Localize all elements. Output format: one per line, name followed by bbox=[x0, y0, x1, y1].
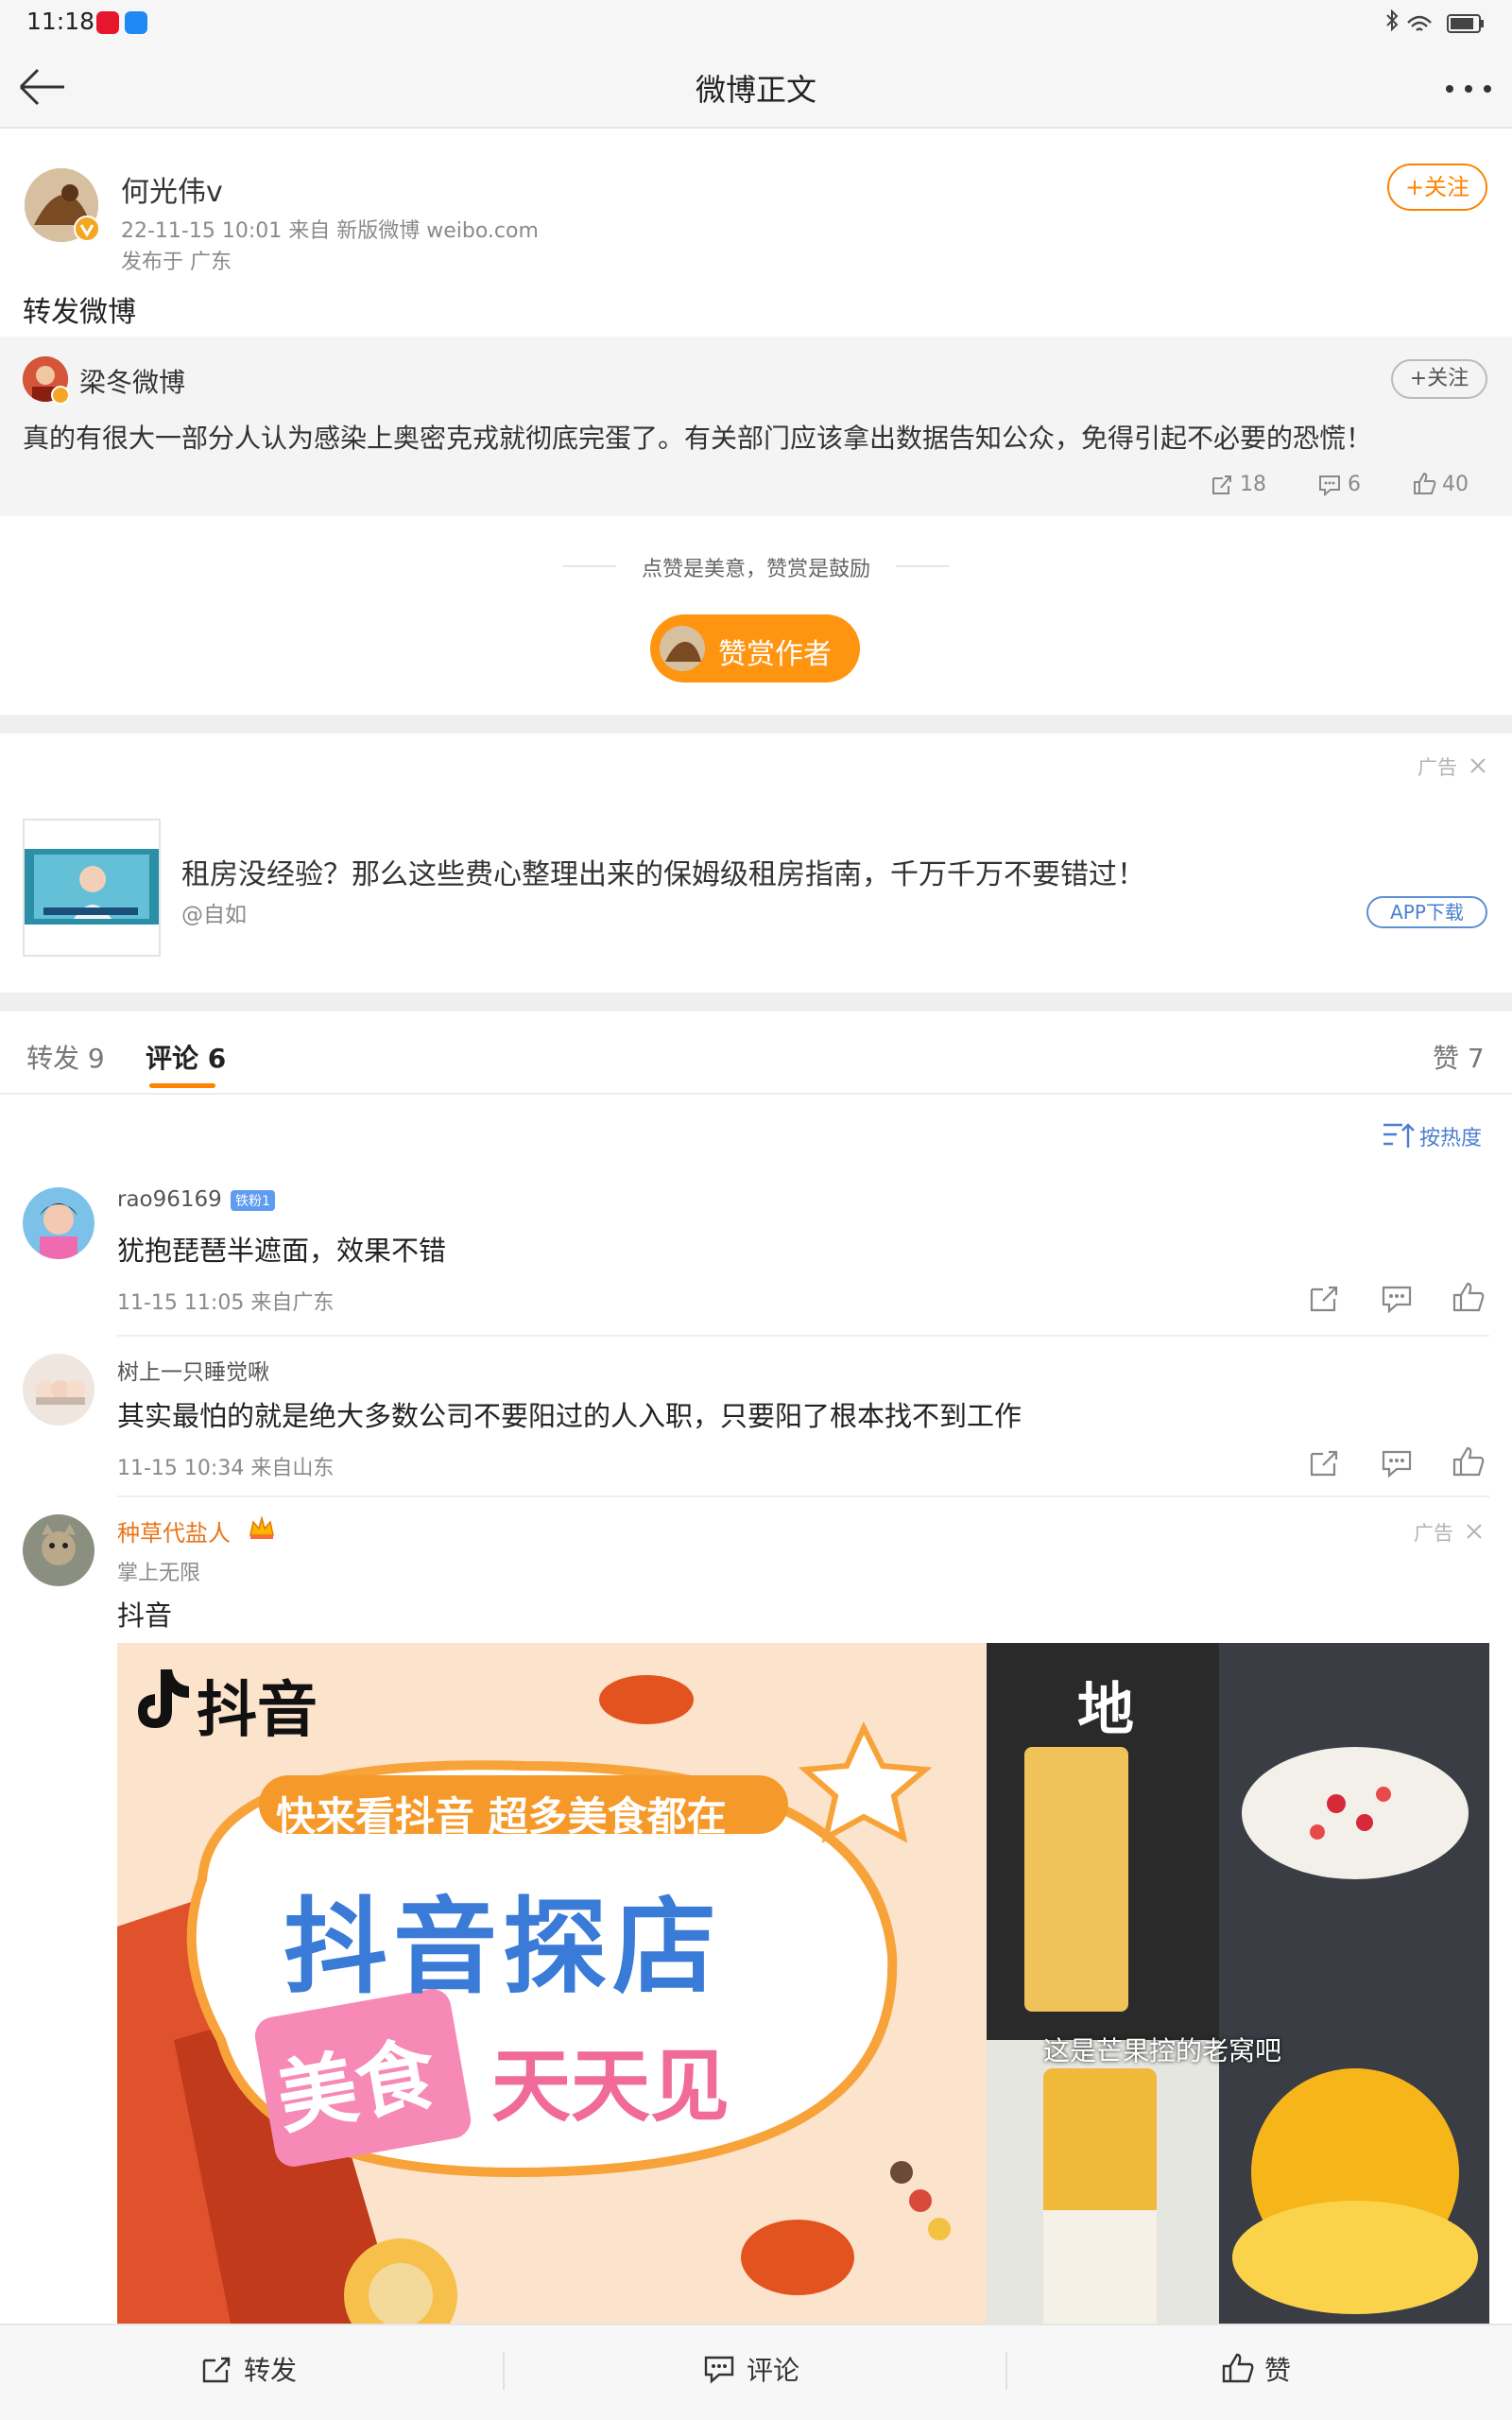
comment-author[interactable]: rao96169 bbox=[117, 1187, 222, 1212]
comment-reply-icon[interactable] bbox=[1380, 1446, 1414, 1480]
tabs-divider bbox=[0, 1093, 1512, 1095]
ad-comment-author[interactable]: 种草代盐人 bbox=[117, 1514, 231, 1547]
author-name[interactable]: 何光伟v bbox=[121, 168, 223, 210]
ad-close-icon[interactable] bbox=[1469, 756, 1487, 775]
active-tab-indicator bbox=[149, 1083, 215, 1088]
comment-like-icon[interactable] bbox=[1452, 1280, 1486, 1314]
comment-meta: 11-15 11:05 来自广东 bbox=[117, 1291, 335, 1315]
section-separator-2 bbox=[0, 993, 1512, 1011]
promo-banner: 快来看抖音 超多美食都在 bbox=[276, 1793, 727, 1840]
ad-comment-sub: 掌上无限 bbox=[117, 1562, 201, 1585]
promo-corner-text: 地 bbox=[1077, 1677, 1134, 1743]
promo-caption: 这是芒果控的老窝吧 bbox=[1043, 2035, 1282, 2066]
comment-meta: 11-15 10:34 来自山东 bbox=[117, 1457, 335, 1480]
comment-repost-icon[interactable] bbox=[1308, 1446, 1342, 1480]
ad-comment-text: 抖音 bbox=[117, 1599, 173, 1632]
ad-download-button[interactable]: APP下载 bbox=[1366, 896, 1487, 928]
post-text: 转发微博 bbox=[23, 296, 136, 329]
promo-image[interactable]: 抖音 快来看抖音 超多美食都在 抖音探店 美食 天天见 地 这是芒果控的老窝吧 bbox=[117, 1643, 1489, 2324]
quoted-like-icon[interactable] bbox=[1412, 471, 1438, 497]
tab-likes[interactable]: 赞 7 bbox=[1433, 1038, 1485, 1076]
quoted-comment-count[interactable]: 6 bbox=[1348, 473, 1361, 496]
comment-avatar[interactable] bbox=[23, 1187, 94, 1259]
follow-button[interactable]: +关注 bbox=[1387, 164, 1487, 211]
system-status-icons bbox=[1386, 9, 1484, 33]
verified-badge-icon bbox=[74, 216, 100, 242]
comment-avatar[interactable] bbox=[23, 1354, 94, 1426]
repost-icon[interactable] bbox=[200, 2353, 232, 2385]
reward-button-label: 赞赏作者 bbox=[718, 638, 832, 671]
crown-vip-icon bbox=[249, 1515, 274, 1539]
quoted-comment-icon[interactable] bbox=[1317, 473, 1342, 497]
status-time: 11:18 bbox=[26, 8, 95, 35]
ad-comment-avatar[interactable] bbox=[23, 1514, 94, 1586]
quoted-verified-icon bbox=[51, 386, 70, 405]
comment-repost-icon[interactable] bbox=[1308, 1282, 1342, 1316]
quoted-follow-button[interactable]: +关注 bbox=[1391, 359, 1487, 399]
bottom-separator bbox=[503, 2352, 505, 2390]
comment-divider bbox=[117, 1335, 1489, 1337]
comment-icon[interactable] bbox=[703, 2353, 735, 2385]
section-separator bbox=[0, 715, 1512, 734]
status-bar: 11:18 bbox=[0, 0, 1512, 47]
tab-reposts[interactable]: 转发 9 bbox=[26, 1038, 105, 1076]
comment-author[interactable]: 树上一只睡觉啾 bbox=[117, 1354, 269, 1386]
sort-icon[interactable] bbox=[1382, 1121, 1416, 1150]
post-location: 发布于 广东 bbox=[121, 251, 232, 274]
quoted-like-count[interactable]: 40 bbox=[1442, 473, 1469, 496]
bottom-separator bbox=[1005, 2352, 1007, 2390]
repost-button[interactable]: 转发 bbox=[244, 2350, 297, 2388]
quoted-repost-count[interactable]: 18 bbox=[1240, 473, 1266, 496]
like-button[interactable]: 赞 bbox=[1264, 2350, 1291, 2388]
cloud-app-icon bbox=[125, 11, 147, 34]
post-meta: 22-11-15 10:01 来自 新版微博 weibo.com bbox=[121, 219, 539, 243]
ad-comment-label: 广告 bbox=[1414, 1522, 1453, 1545]
promo-tag-daily: 天天见 bbox=[491, 2040, 730, 2133]
quoted-text: 真的有很大一部分人认为感染上奥密克戎就彻底完蛋了。有关部门应该拿出数据告知公众，… bbox=[23, 423, 1373, 454]
promo-brand: 抖音 bbox=[197, 1676, 318, 1746]
tab-comments[interactable]: 评论 6 bbox=[146, 1038, 226, 1076]
page-title: 微博正文 bbox=[695, 72, 816, 108]
ad-comment-close-icon[interactable] bbox=[1465, 1522, 1484, 1541]
reward-avatar bbox=[660, 626, 705, 671]
ad-title[interactable]: 租房没经验？那么这些费心整理出来的保姆级租房指南，千万千万不要错过！ bbox=[181, 851, 1145, 892]
reward-hint: 点赞是美意，赞赏是鼓励 bbox=[641, 558, 870, 581]
ad-source[interactable]: @自如 bbox=[181, 896, 247, 928]
ad-label: 广告 bbox=[1418, 756, 1457, 779]
comment-text: 犹抱琵琶半遮面，效果不错 bbox=[117, 1235, 447, 1267]
comment-button[interactable]: 评论 bbox=[747, 2350, 799, 2388]
nav-bar: 微博正文 bbox=[0, 47, 1512, 129]
promo-headline: 抖音探店 bbox=[284, 1887, 722, 2008]
comment-like-icon[interactable] bbox=[1452, 1444, 1486, 1478]
more-options-icon[interactable] bbox=[1444, 83, 1493, 95]
fan-badge: 铁粉1 bbox=[231, 1190, 275, 1211]
quoted-author-name[interactable]: 梁冬微博 bbox=[79, 362, 185, 400]
comment-text: 其实最怕的就是绝大多数公司不要阳过的人入职，只要阳了根本找不到工作 bbox=[117, 1400, 1022, 1432]
ad-thumbnail[interactable] bbox=[23, 819, 161, 957]
sort-by-hot[interactable]: 按热度 bbox=[1419, 1121, 1482, 1151]
quoted-repost-icon[interactable] bbox=[1210, 473, 1234, 497]
reward-button[interactable]: 赞赏作者 bbox=[650, 614, 860, 683]
comment-divider bbox=[117, 1495, 1489, 1497]
weibo-app-icon bbox=[96, 11, 119, 34]
comment-reply-icon[interactable] bbox=[1380, 1282, 1414, 1316]
like-icon[interactable] bbox=[1221, 2351, 1255, 2385]
tiktok-logo-icon bbox=[138, 1669, 189, 1728]
